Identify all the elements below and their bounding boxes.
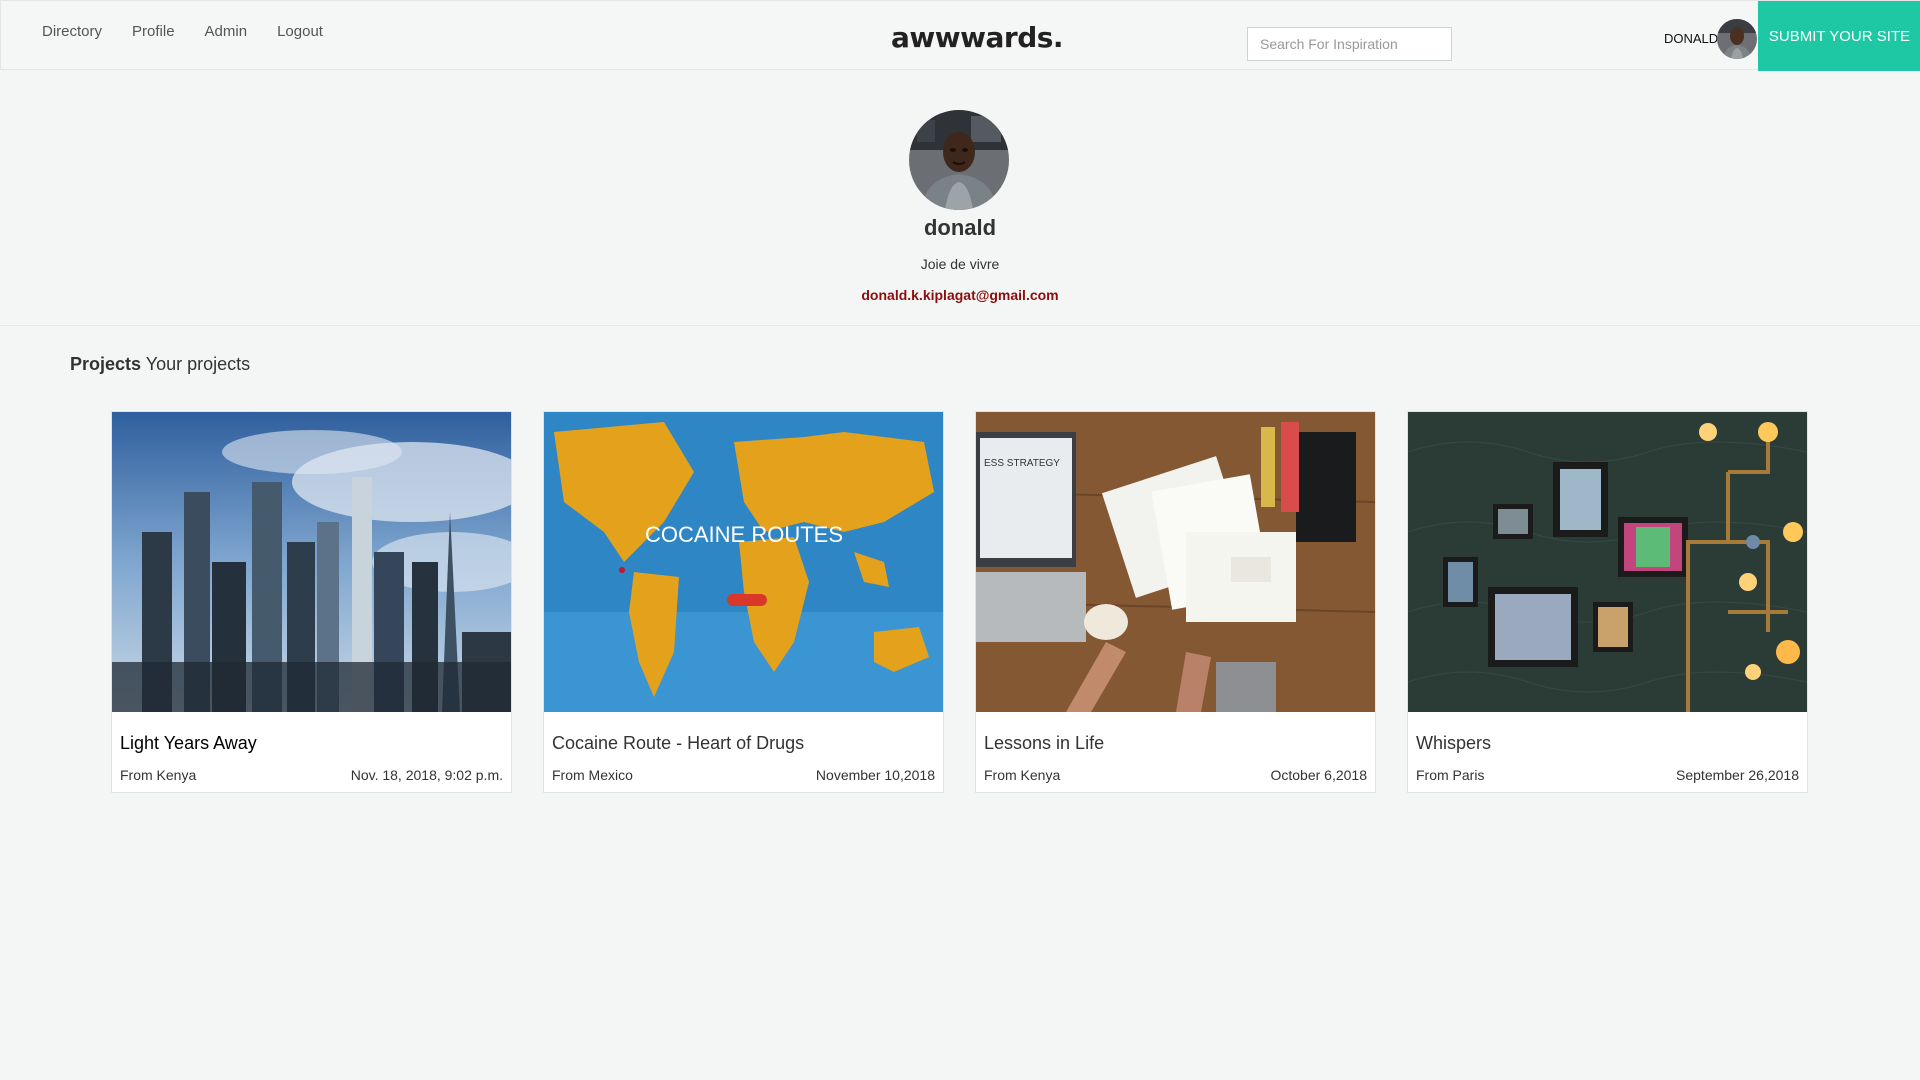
projects-heading-sub: Your projects <box>145 354 251 374</box>
projects-heading: Projects Your projects <box>70 354 250 375</box>
project-image-desk: ESS STRATEGY <box>976 412 1375 712</box>
project-location: From Paris <box>1416 767 1485 783</box>
profile-avatar <box>909 110 1009 210</box>
nav-logout-link[interactable]: Logout <box>277 23 323 40</box>
project-title[interactable]: Light Years Away <box>120 733 257 754</box>
map-title-text: COCAINE ROUTES <box>645 522 843 547</box>
project-card[interactable]: Light Years Away From Kenya Nov. 18, 201… <box>111 411 512 793</box>
main-nav: Directory Profile Admin Logout <box>42 23 323 40</box>
top-navbar: Directory Profile Admin Logout awwwards.… <box>0 0 1920 71</box>
project-date: November 10,2018 <box>815 767 935 783</box>
section-divider <box>0 325 1920 326</box>
project-card[interactable]: Whispers From Paris September 26,2018 <box>1407 411 1808 793</box>
project-location: From Mexico <box>552 767 633 783</box>
nav-directory-link[interactable]: Directory <box>42 23 102 40</box>
project-title[interactable]: Whispers <box>1416 733 1491 754</box>
profile-bio: Joie de vivre <box>920 256 1000 272</box>
project-image-skyline <box>112 412 511 712</box>
project-image-frames <box>1408 412 1807 712</box>
project-cards: Light Years Away From Kenya Nov. 18, 201… <box>111 411 1808 793</box>
profile-name: donald <box>923 215 997 240</box>
project-date: Nov. 18, 2018, 9:02 p.m. <box>350 767 503 783</box>
project-title[interactable]: Lessons in Life <box>984 733 1104 754</box>
project-meta: From Mexico November 10,2018 <box>552 767 935 783</box>
username-label[interactable]: DONALD <box>1664 31 1718 46</box>
project-date: October 6,2018 <box>1270 767 1367 783</box>
nav-admin-link[interactable]: Admin <box>205 23 248 40</box>
user-avatar-image <box>1717 19 1757 59</box>
project-meta: From Kenya Nov. 18, 2018, 9:02 p.m. <box>120 767 503 783</box>
nav-profile-link[interactable]: Profile <box>132 23 175 40</box>
projects-heading-bold: Projects <box>70 354 142 374</box>
profile-email-link[interactable]: donald.k.kiplagat@gmail.com <box>0 287 1920 303</box>
submit-site-button[interactable]: SUBMIT YOUR SITE <box>1758 1 1920 71</box>
profile-photo <box>909 110 1009 210</box>
project-location: From Kenya <box>120 767 197 783</box>
project-title[interactable]: Cocaine Route - Heart of Drugs <box>552 733 804 754</box>
search-input[interactable] <box>1247 27 1452 61</box>
project-date: September 26,2018 <box>1676 767 1799 783</box>
screen-text: ESS STRATEGY <box>984 458 1060 469</box>
project-location: From Kenya <box>984 767 1061 783</box>
project-meta: From Kenya October 6,2018 <box>984 767 1367 783</box>
project-meta: From Paris September 26,2018 <box>1416 767 1799 783</box>
project-card[interactable]: ESS STRATEGY Lessons in Life From Kenya … <box>975 411 1376 793</box>
project-card[interactable]: COCAINE ROUTES Cocaine Route - Heart of … <box>543 411 944 793</box>
awwwards-logo[interactable]: awwwards. <box>891 21 1064 54</box>
project-image-world-map: COCAINE ROUTES <box>544 412 943 712</box>
user-avatar[interactable] <box>1717 19 1757 59</box>
